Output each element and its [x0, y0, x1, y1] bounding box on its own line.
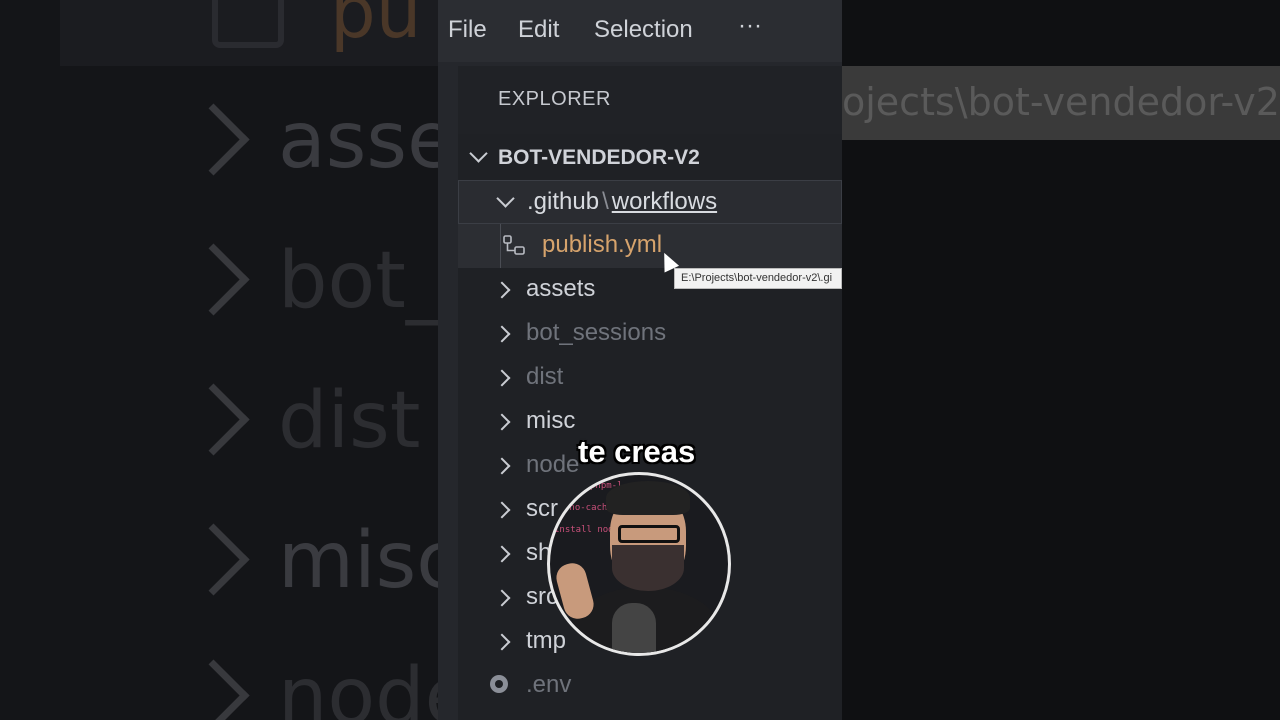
folder-label: assets — [526, 275, 596, 302]
chevron-down-icon — [469, 144, 488, 163]
chevron-right-icon — [493, 369, 511, 387]
blurred-chevron-icon — [177, 243, 250, 316]
menu-selection[interactable]: Selection — [594, 16, 693, 44]
blurred-tooltip-text: ojects\bot-vendedor-v2\.gi — [842, 80, 1280, 124]
chevron-right-icon — [493, 545, 511, 563]
blurred-left-panel: pu asse bot_ dist misc node — [0, 0, 438, 720]
chevron-right-icon — [493, 633, 511, 651]
tree-item-env[interactable]: .env — [458, 664, 842, 708]
blurred-word: dist — [278, 376, 421, 466]
menu-file[interactable]: File — [448, 16, 487, 44]
folder-label: .github \ workflows — [527, 188, 718, 215]
blurred-tooltip: ojects\bot-vendedor-v2\.gi — [842, 66, 1280, 140]
tree-item-bot-sessions[interactable]: bot_sessions — [458, 312, 842, 356]
tree-item-github-workflows[interactable]: .github \ workflows — [458, 180, 842, 224]
folder-label: misc — [526, 407, 576, 434]
presenter-beard — [612, 545, 684, 591]
chevron-right-icon — [493, 281, 511, 299]
chevron-right-icon — [493, 457, 511, 475]
blurred-chevron-icon — [177, 523, 250, 596]
tooltip-text: E:\Projects\bot-vendedor-v2\.gi — [681, 272, 833, 284]
blurred-chevron-icon — [177, 103, 250, 176]
file-label: .env — [526, 671, 572, 698]
folder-label: tmp — [526, 627, 567, 654]
more-menu-icon[interactable]: ··· — [738, 12, 762, 40]
blurred-chevron-icon — [177, 659, 250, 720]
explorer-header: EXPLORER — [458, 66, 842, 134]
menu-bar: File Edit Selection ··· — [438, 0, 842, 62]
workflow-file-icon — [503, 235, 525, 255]
chevron-right-icon — [493, 325, 511, 343]
chevron-right-icon — [493, 413, 511, 431]
blurred-word: node — [278, 652, 438, 720]
path-tooltip: E:\Projects\bot-vendedor-v2\.gi — [674, 268, 842, 289]
chevron-right-icon — [493, 501, 511, 519]
chevron-down-icon — [496, 189, 515, 208]
folder-label: scr — [526, 495, 558, 522]
menu-edit[interactable]: Edit — [518, 16, 559, 44]
glasses-icon — [618, 525, 680, 543]
blurred-workflow-icon — [212, 0, 284, 48]
tree-item-dist[interactable]: dist — [458, 356, 842, 400]
indent-guide — [500, 224, 501, 268]
tree-item-publish-yml[interactable]: publish.yml — [458, 224, 842, 268]
tree-root[interactable]: BOT-VENDEDOR-V2 — [458, 136, 842, 180]
blurred-top-word: pu — [330, 0, 422, 54]
blurred-chevron-icon — [177, 383, 250, 456]
chevron-right-icon — [493, 589, 511, 607]
gear-icon — [490, 675, 508, 693]
subtitle-caption: te creas — [578, 434, 696, 469]
folder-label: bot_sessions — [526, 319, 667, 346]
blurred-word: bot_ — [278, 236, 438, 326]
root-folder-label: BOT-VENDEDOR-V2 — [498, 146, 700, 169]
file-label: publish.yml — [542, 231, 663, 258]
folder-label: node — [526, 451, 580, 478]
microphone-icon — [612, 603, 656, 653]
blurred-word: misc — [278, 516, 438, 606]
blurred-word: asse — [278, 96, 438, 186]
presenter-hair — [606, 481, 690, 515]
explorer-title: EXPLORER — [498, 88, 611, 110]
folder-label: dist — [526, 363, 564, 390]
presenter-avatar: pnpm-l -no-cache install node d — [547, 472, 731, 656]
